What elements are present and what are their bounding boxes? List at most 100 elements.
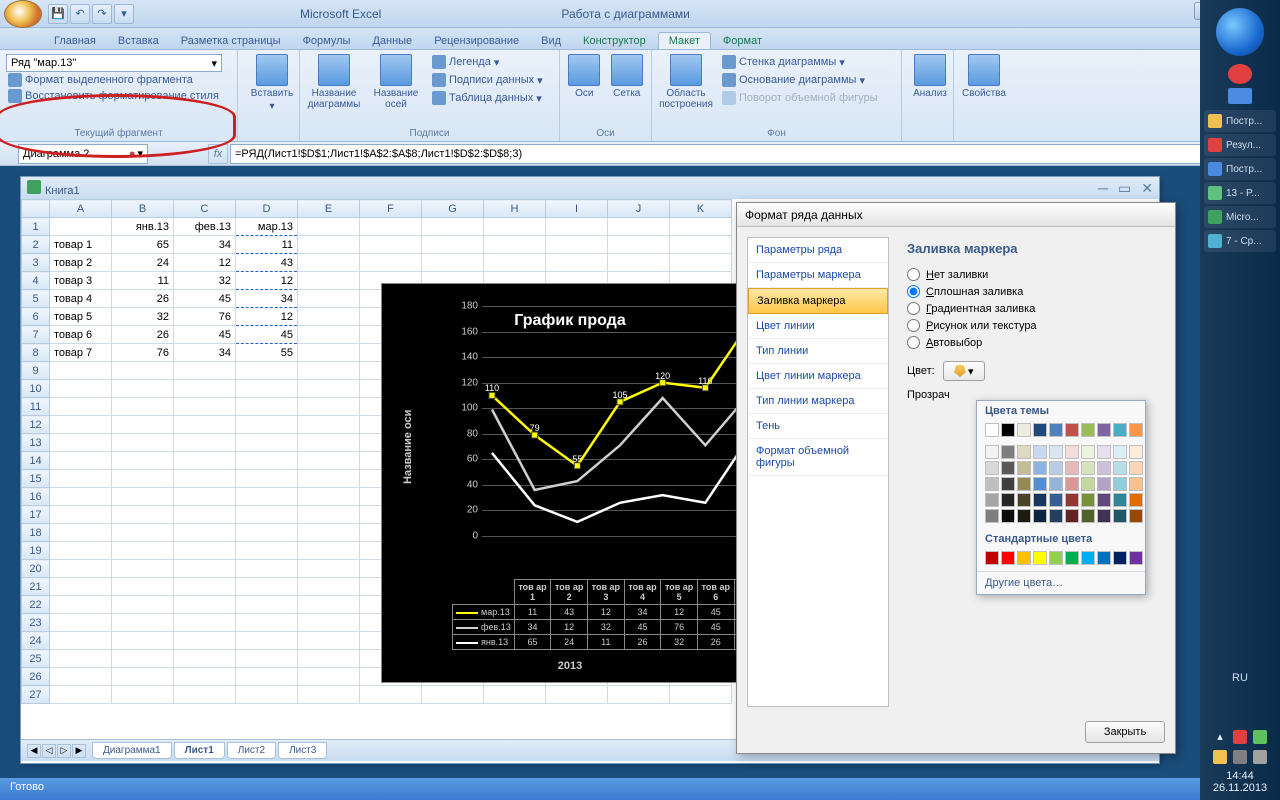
tab-formulas[interactable]: Формулы (293, 33, 361, 49)
color-swatch[interactable] (1017, 551, 1031, 565)
tray-icon[interactable] (1213, 750, 1227, 764)
color-swatch[interactable] (1081, 477, 1095, 491)
color-swatch[interactable] (985, 461, 999, 475)
column-header[interactable]: K (670, 200, 732, 218)
color-swatch[interactable] (1049, 551, 1063, 565)
color-swatch[interactable] (1097, 551, 1111, 565)
column-header[interactable]: J (608, 200, 670, 218)
analysis-btn[interactable]: Анализ (908, 54, 952, 99)
color-swatch[interactable] (1097, 477, 1111, 491)
fill-radio[interactable]: Сплошная заливка (907, 283, 1157, 300)
color-swatch[interactable] (1049, 509, 1063, 523)
color-swatch[interactable] (1017, 477, 1031, 491)
color-swatch[interactable] (985, 551, 999, 565)
row-header[interactable]: 9 (22, 362, 50, 380)
color-swatch[interactable] (1113, 445, 1127, 459)
color-swatch[interactable] (1113, 423, 1127, 437)
column-header[interactable]: H (484, 200, 546, 218)
column-header[interactable]: A (50, 200, 112, 218)
language-indicator[interactable]: RU (1200, 672, 1280, 684)
row-header[interactable]: 12 (22, 416, 50, 434)
color-swatch[interactable] (985, 477, 999, 491)
color-swatch[interactable] (1065, 423, 1079, 437)
column-header[interactable]: E (298, 200, 360, 218)
column-header[interactable]: F (360, 200, 422, 218)
qat-undo[interactable]: ↶ (70, 4, 90, 24)
color-swatch[interactable] (1065, 493, 1079, 507)
row-header[interactable]: 13 (22, 434, 50, 452)
taskbar-item[interactable]: Резул... (1204, 134, 1276, 156)
row-header[interactable]: 8 (22, 344, 50, 362)
row-header[interactable]: 7 (22, 326, 50, 344)
color-swatch[interactable] (1033, 423, 1047, 437)
tab-chart-design[interactable]: Конструктор (573, 33, 656, 49)
embedded-chart[interactable]: График прода Название оси 02040608010012… (381, 283, 759, 683)
tray-up-icon[interactable]: ▴ (1213, 730, 1227, 744)
row-header[interactable]: 26 (22, 668, 50, 686)
sheet-tab[interactable]: Лист1 (174, 742, 225, 759)
row-header[interactable]: 22 (22, 596, 50, 614)
color-swatch[interactable] (1033, 445, 1047, 459)
row-header[interactable]: 6 (22, 308, 50, 326)
color-swatch[interactable] (1001, 551, 1015, 565)
dialog-nav-item[interactable]: Цвет линии (748, 314, 888, 339)
color-swatch[interactable] (1129, 477, 1143, 491)
fill-radio[interactable]: Нет заливки (907, 266, 1157, 283)
tab-data[interactable]: Данные (362, 33, 422, 49)
row-header[interactable]: 23 (22, 614, 50, 632)
row-header[interactable]: 25 (22, 650, 50, 668)
color-swatch[interactable] (1049, 423, 1063, 437)
row-header[interactable]: 3 (22, 254, 50, 272)
row-header[interactable]: 1 (22, 218, 50, 236)
color-swatch[interactable] (1033, 509, 1047, 523)
dialog-nav-item[interactable]: Тип линии маркера (748, 389, 888, 414)
color-swatch[interactable] (1081, 461, 1095, 475)
row-header[interactable]: 11 (22, 398, 50, 416)
color-swatch[interactable] (1033, 493, 1047, 507)
tray-icon[interactable] (1233, 730, 1247, 744)
color-swatch[interactable] (1065, 551, 1079, 565)
color-swatch[interactable] (985, 445, 999, 459)
taskbar-item[interactable]: 7 - Ср... (1204, 230, 1276, 252)
tray-network-icon[interactable] (1253, 750, 1267, 764)
color-dropdown[interactable]: ▾ (943, 361, 985, 381)
dialog-nav-item[interactable]: Тип линии (748, 339, 888, 364)
color-swatch[interactable] (1049, 445, 1063, 459)
start-button[interactable] (1216, 8, 1264, 56)
color-swatch[interactable] (1129, 423, 1143, 437)
column-header[interactable]: B (112, 200, 174, 218)
chart-wall[interactable]: Стенка диаграммы ▾ (720, 54, 880, 70)
gridlines-btn[interactable]: Сетка (609, 54, 646, 99)
fx-button[interactable]: fx (208, 144, 228, 164)
dialog-close-button[interactable]: Закрыть (1085, 721, 1165, 743)
color-swatch[interactable] (1081, 493, 1095, 507)
color-swatch[interactable] (1033, 551, 1047, 565)
taskbar-item[interactable]: 13 - P... (1204, 182, 1276, 204)
color-swatch[interactable] (985, 423, 999, 437)
color-swatch[interactable] (1017, 509, 1031, 523)
color-swatch[interactable] (1113, 509, 1127, 523)
color-swatch[interactable] (1049, 477, 1063, 491)
formula-bar[interactable] (230, 144, 1262, 164)
row-header[interactable]: 21 (22, 578, 50, 596)
color-swatch[interactable] (1129, 493, 1143, 507)
column-header[interactable]: G (422, 200, 484, 218)
legend-btn[interactable]: Легенда ▾ (430, 54, 545, 70)
row-header[interactable]: 18 (22, 524, 50, 542)
tab-insert[interactable]: Вставка (108, 33, 169, 49)
dialog-nav-item[interactable]: Формат объемной фигуры (748, 439, 888, 476)
sheet-tab[interactable]: Лист3 (278, 742, 327, 759)
reset-style[interactable]: Восстановить форматирование стиля (6, 88, 231, 104)
dialog-nav-item[interactable]: Цвет линии маркера (748, 364, 888, 389)
current-selection-dropdown[interactable]: Ряд "мар.13"▾ (6, 54, 222, 72)
row-header[interactable]: 19 (22, 542, 50, 560)
tray-volume-icon[interactable] (1233, 750, 1247, 764)
color-swatch[interactable] (1113, 477, 1127, 491)
axes-btn[interactable]: Оси (566, 54, 603, 99)
color-swatch[interactable] (1049, 493, 1063, 507)
tab-chart-format[interactable]: Формат (713, 33, 772, 49)
row-header[interactable]: 10 (22, 380, 50, 398)
color-swatch[interactable] (1065, 477, 1079, 491)
color-swatch[interactable] (1001, 509, 1015, 523)
tab-chart-layout[interactable]: Макет (658, 32, 711, 49)
